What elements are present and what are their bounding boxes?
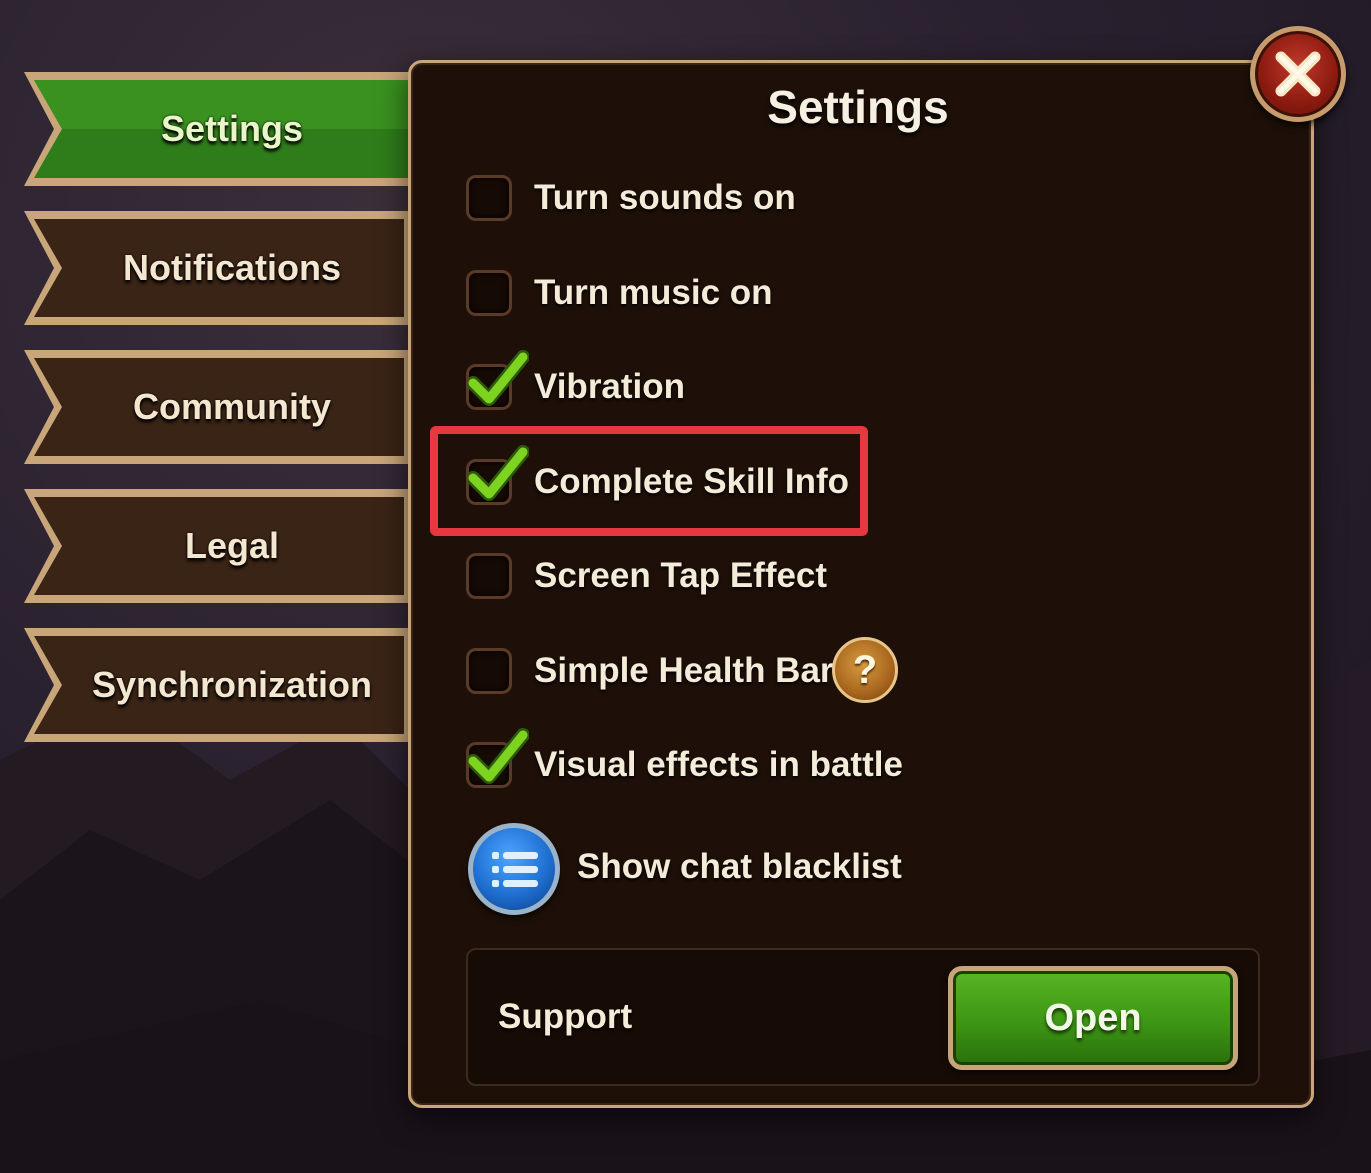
check-icon (467, 350, 529, 406)
checkbox-checked[interactable] (466, 350, 529, 410)
chat-blacklist-button[interactable] (468, 823, 560, 915)
checkbox[interactable] (466, 175, 512, 221)
option-turn-sounds-on[interactable]: Turn sounds on (466, 168, 796, 228)
checkbox-checked[interactable] (466, 728, 529, 788)
option-complete-skill-info[interactable]: Complete Skill Info (466, 445, 850, 512)
tab-notifications[interactable]: Notifications (20, 207, 470, 329)
option-visual-effects-in-battle[interactable]: Visual effects in battle (466, 728, 903, 795)
tab-legal[interactable]: Legal (20, 485, 470, 607)
option-label: Simple Health Bar (534, 651, 834, 690)
chat-blacklist-label[interactable]: Show chat blacklist (577, 840, 902, 894)
tab-label: Legal (184, 525, 280, 566)
option-turn-music-on[interactable]: Turn music on (466, 263, 773, 323)
close-button[interactable] (1250, 26, 1346, 122)
tab-label: Settings (160, 108, 303, 149)
list-icon (492, 852, 538, 887)
check-icon (467, 728, 529, 784)
checkbox[interactable] (466, 553, 512, 599)
option-label: Complete Skill Info (534, 462, 850, 501)
support-section: Support Open (466, 948, 1260, 1086)
tab-label: Notifications (122, 247, 341, 288)
checkbox-checked[interactable] (466, 445, 529, 505)
option-screen-tap-effect[interactable]: Screen Tap Effect (466, 546, 827, 606)
tab-community[interactable]: Community (20, 346, 470, 468)
check-icon (467, 445, 529, 501)
option-label: Visual effects in battle (534, 745, 903, 784)
help-icon[interactable]: ? (832, 637, 898, 703)
panel-title: Settings (767, 81, 949, 133)
tab-label: Synchronization (91, 664, 373, 705)
option-label: Turn sounds on (534, 178, 796, 217)
open-support-button[interactable]: Open (948, 966, 1238, 1070)
option-vibration[interactable]: Vibration (466, 350, 686, 417)
checkbox[interactable] (466, 270, 512, 316)
support-label: Support (498, 997, 633, 1036)
option-label: Vibration (534, 367, 686, 406)
option-label: Turn music on (534, 273, 773, 312)
tab-label: Community (133, 386, 331, 427)
option-simple-health-bar[interactable]: Simple Health Bar (466, 641, 834, 701)
tab-settings[interactable]: Settings (20, 68, 470, 190)
close-icon (1275, 51, 1321, 97)
checkbox[interactable] (466, 648, 512, 694)
tab-synchronization[interactable]: Synchronization (20, 624, 470, 746)
option-label: Screen Tap Effect (534, 556, 828, 595)
